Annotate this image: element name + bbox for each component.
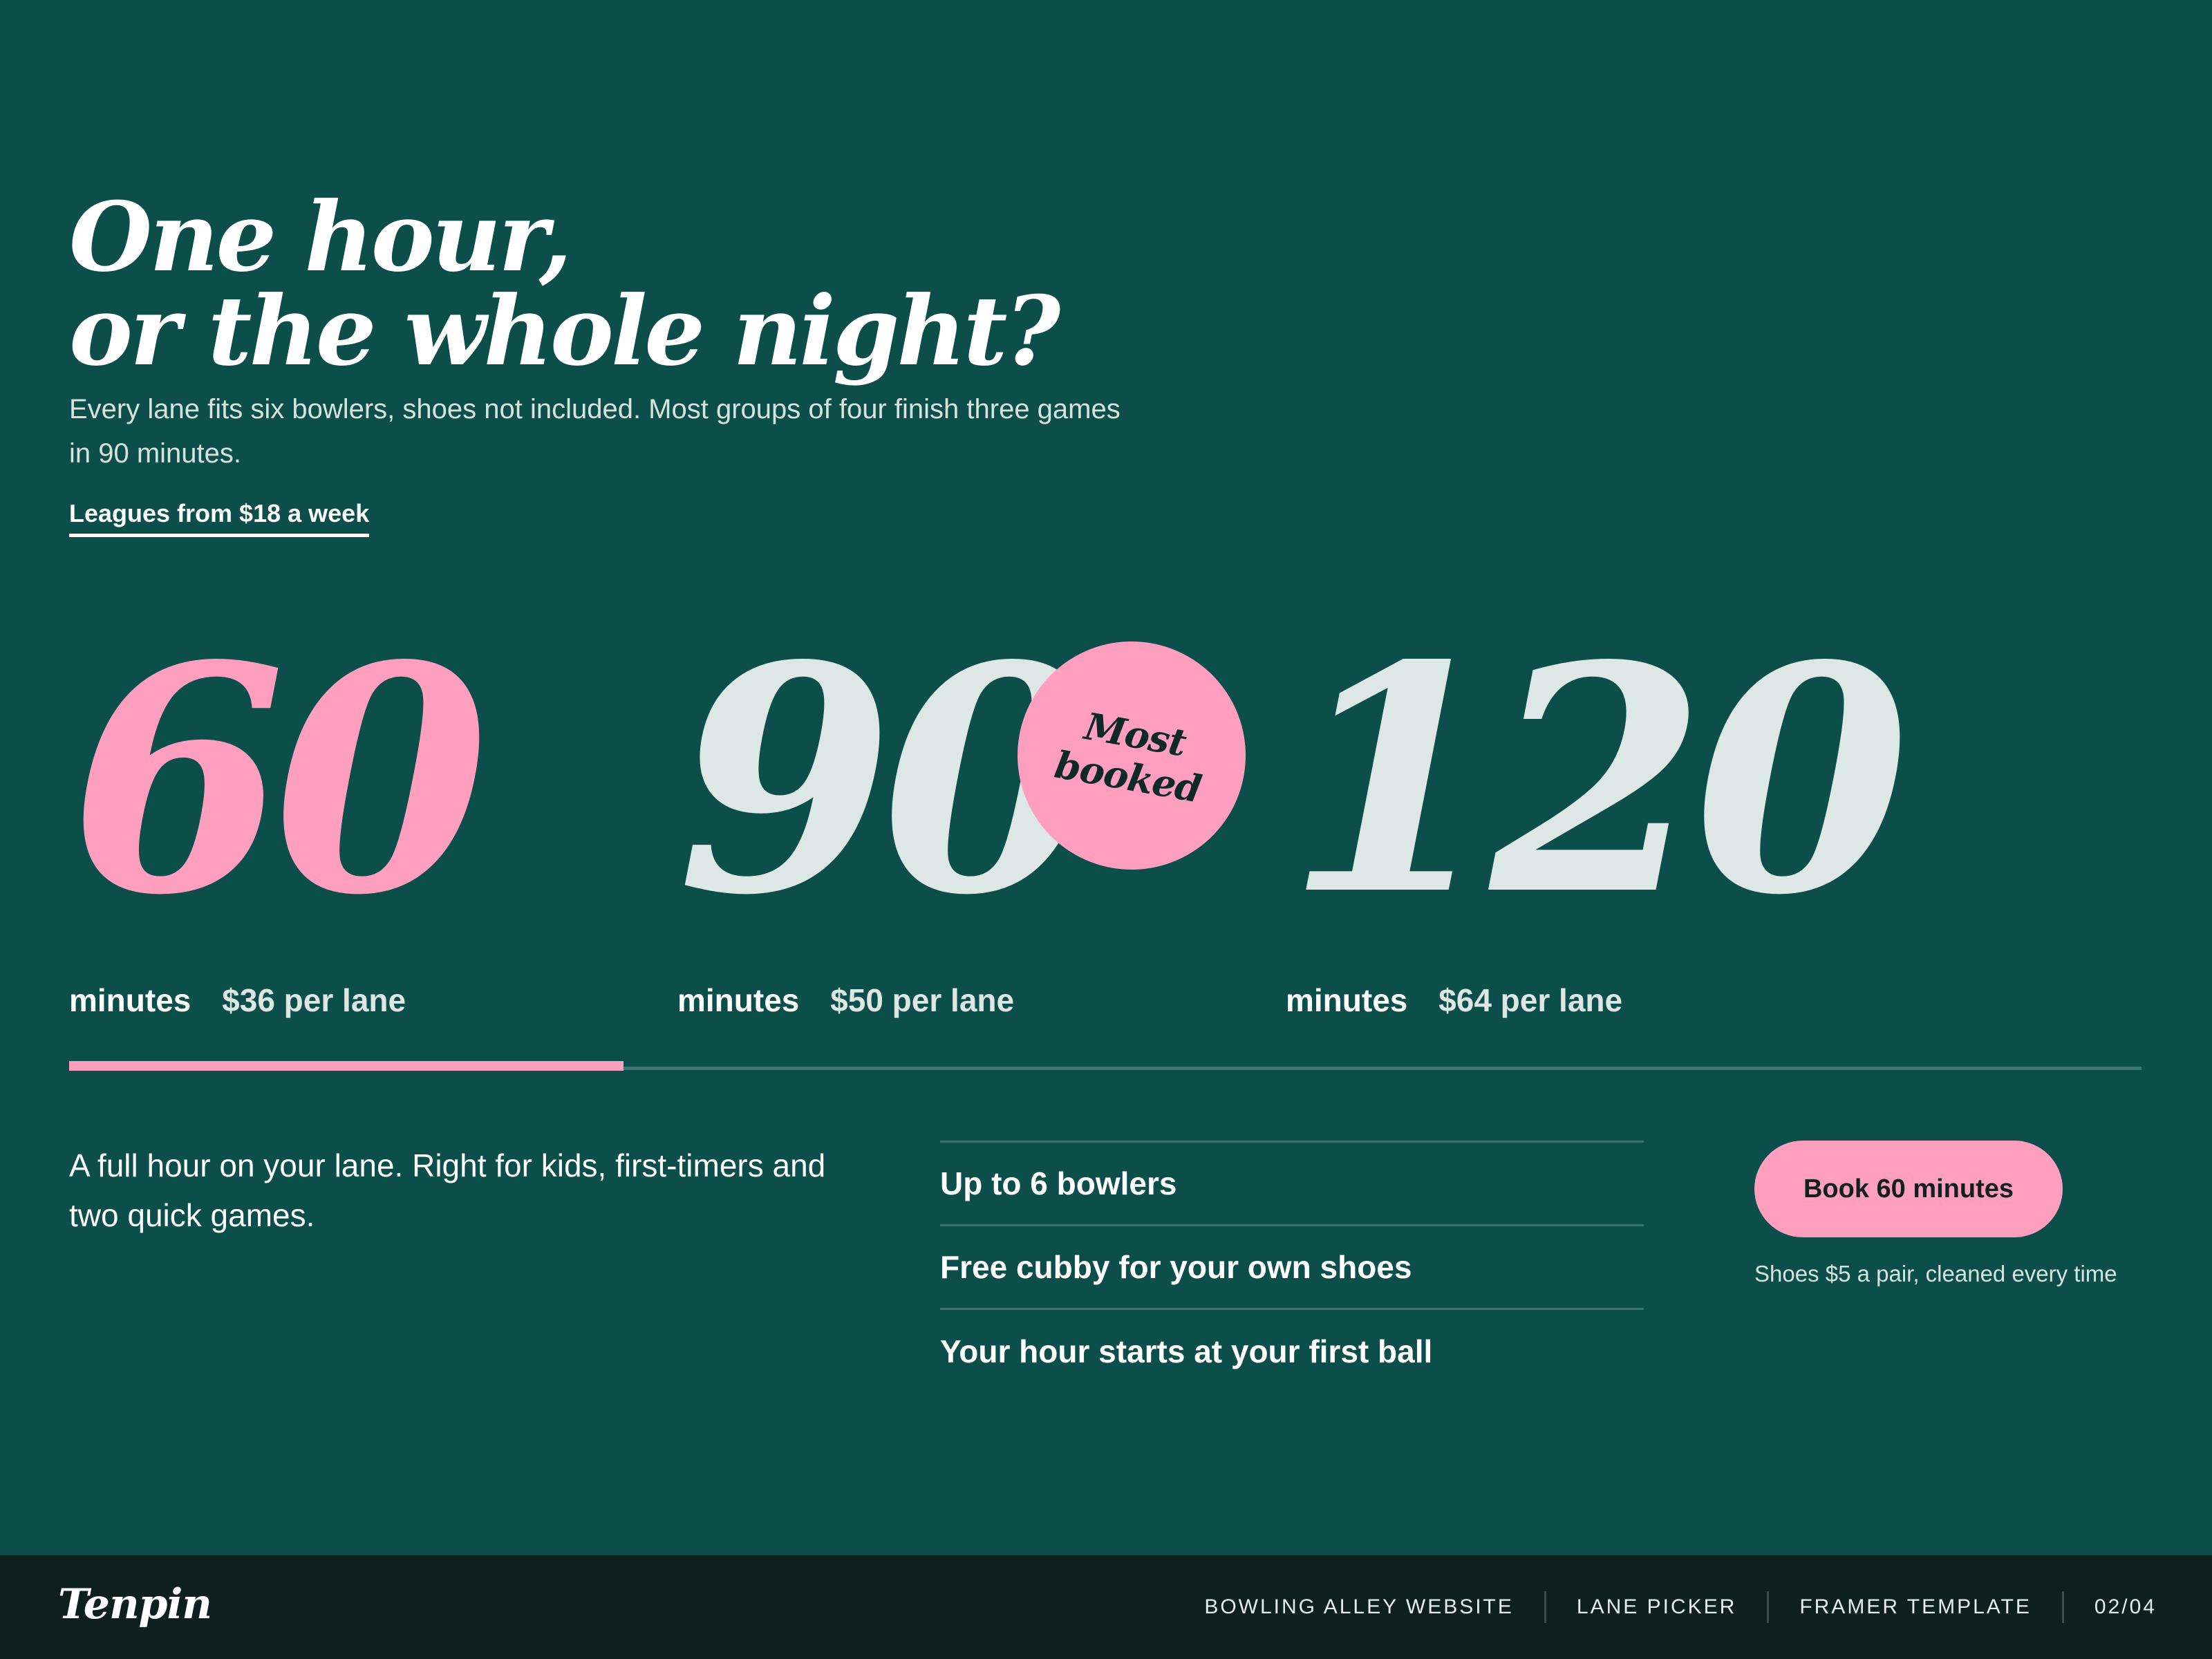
feature-item: Up to 6 bowlers <box>940 1141 1644 1224</box>
duration-meta: minutes $50 per lane <box>677 982 1014 1019</box>
duration-unit: minutes <box>1286 982 1408 1018</box>
feature-item: Your hour starts at your first ball <box>940 1308 1644 1393</box>
page-counter: 02/04 <box>2061 1591 2157 1623</box>
tenpin-logo[interactable]: Tenpin <box>58 1580 212 1629</box>
hero-title-line-1: One hour, <box>69 180 572 293</box>
hero-subtitle: Every lane fits six bowlers, shoes not i… <box>69 394 1121 469</box>
duration-meta: minutes $64 per lane <box>1286 982 1622 1019</box>
hero-title-line-2: or the whole night? <box>69 274 1060 387</box>
footer-bar: Tenpin BOWLING ALLEY WEBSITE LANE PICKER… <box>0 1555 2212 1659</box>
leagues-link[interactable]: Leagues from $18 a week <box>69 499 370 537</box>
duration-price: $36 per lane <box>222 982 406 1018</box>
shoes-note: Shoes $5 a pair, cleaned every time <box>1754 1261 2117 1286</box>
feature-list: Up to 6 bowlers Free cubby for your own … <box>940 1141 1644 1393</box>
feature-item: Free cubby for your own shoes <box>940 1224 1644 1308</box>
duration-number: 120 <box>1286 598 1910 964</box>
duration-unit: minutes <box>69 982 191 1018</box>
duration-option-120[interactable]: 120 minutes $64 per lane <box>1286 622 2046 1051</box>
hero-title: One hour, or the whole night? <box>69 180 1060 387</box>
duration-number: 60 <box>69 598 489 964</box>
footer-nav: BOWLING ALLEY WEBSITE LANE PICKER FRAMER… <box>1174 1555 2157 1659</box>
footer-label-website: BOWLING ALLEY WEBSITE <box>1204 1595 1514 1618</box>
footer-label-lane-picker: LANE PICKER <box>1544 1591 1767 1623</box>
duration-option-60[interactable]: 60 minutes $36 per lane <box>69 622 622 1051</box>
duration-meta: minutes $36 per lane <box>69 982 406 1019</box>
duration-price: $64 per lane <box>1438 982 1623 1018</box>
footer-label-framer: FRAMER TEMPLATE <box>1767 1591 2062 1623</box>
book-button[interactable]: Book 60 minutes <box>1754 1141 2063 1237</box>
selected-tab-indicator <box>69 1061 624 1071</box>
duration-price: $50 per lane <box>830 982 1015 1018</box>
duration-description: A full hour on your lane. Right for kids… <box>69 1147 826 1233</box>
duration-unit: minutes <box>677 982 800 1018</box>
